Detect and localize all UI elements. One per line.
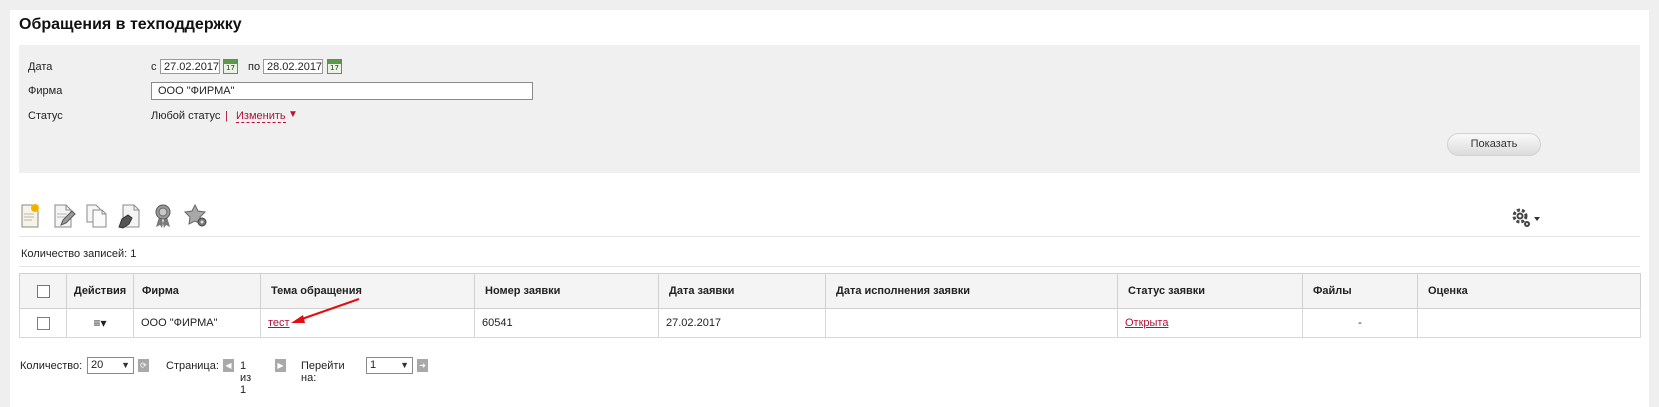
status-value: Любой статус [151, 110, 221, 122]
row-checkbox[interactable] [36, 316, 50, 330]
award-icon[interactable] [151, 203, 175, 229]
row-select-cell [19, 308, 67, 338]
filter-panel: Дата с 27.02.2017 17 по 28.02.2017 17 Фи… [19, 45, 1640, 173]
column-header-status[interactable]: Статус заявки [1117, 273, 1303, 309]
annotation-arrow-icon [291, 298, 360, 323]
calendar-from-icon[interactable]: 17 [223, 59, 238, 74]
edit-document-icon[interactable] [52, 203, 76, 229]
calendar-to-icon[interactable]: 17 [327, 59, 342, 74]
quantity-label: Количество: [20, 360, 83, 372]
row-status-cell: Открыта [1117, 308, 1303, 338]
page-label: Страница: [166, 360, 219, 372]
prev-page-icon[interactable]: ◀ [223, 359, 234, 372]
row-date: 27.02.2017 [658, 308, 826, 338]
goto-label: Перейти на: [301, 360, 345, 384]
column-header-exec-date[interactable]: Дата исполнения заявки [825, 273, 1118, 309]
status-separator: | [225, 110, 228, 122]
goto-page-select[interactable]: 1 [366, 357, 413, 374]
row-actions-menu-icon[interactable]: ≡▾ [66, 308, 134, 338]
status-label: Статус [28, 110, 63, 122]
new-document-icon[interactable] [19, 203, 43, 229]
table-header-row: Действия Фирма Тема обращения Номер заяв… [19, 273, 1641, 309]
column-header-number[interactable]: Номер заявки [474, 273, 659, 309]
next-page-icon[interactable]: ▶ [275, 359, 286, 372]
requests-table: Действия Фирма Тема обращения Номер заяв… [19, 273, 1641, 338]
select-all-checkbox[interactable] [36, 284, 50, 298]
firm-label: Фирма [28, 85, 63, 97]
column-header-firm[interactable]: Фирма [133, 273, 261, 309]
dropdown-arrow-icon[interactable]: ▼ [288, 109, 298, 120]
goto-arrow-icon[interactable]: ➜ [417, 359, 428, 372]
show-button[interactable]: Показать [1447, 133, 1541, 156]
divider [19, 236, 1640, 237]
date-from-prefix: с [151, 61, 157, 73]
select-all-header [19, 273, 67, 309]
date-to-prefix: по [248, 61, 261, 73]
row-firm: ООО "ФИРМА" [133, 308, 261, 338]
column-header-files[interactable]: Файлы [1302, 273, 1418, 309]
row-subject-link[interactable]: тест [268, 317, 290, 329]
column-header-date[interactable]: Дата заявки [658, 273, 826, 309]
row-exec-date [825, 308, 1118, 338]
table-row: ≡▾ ООО "ФИРМА" тест 60541 27.02.2017 Отк… [19, 298, 1641, 338]
quantity-select[interactable]: 20 [87, 357, 134, 374]
main-panel: Обращения в техподдержку Дата с 27.02.20… [10, 10, 1649, 407]
date-label: Дата [28, 61, 53, 73]
divider [19, 266, 1640, 267]
row-number: 60541 [474, 308, 659, 338]
row-status-link[interactable]: Открыта [1125, 317, 1168, 329]
page-title: Обращения в техподдержку [19, 16, 242, 33]
star-settings-icon[interactable] [184, 203, 208, 229]
page-info: 1 из 1 [240, 360, 252, 396]
row-files: - [1302, 308, 1418, 338]
change-status-link[interactable]: Изменить [236, 110, 286, 123]
row-rating [1417, 308, 1641, 338]
column-header-actions[interactable]: Действия [66, 273, 134, 309]
column-header-rating[interactable]: Оценка [1417, 273, 1641, 309]
sign-document-icon[interactable] [118, 203, 142, 229]
row-subject-cell: тест [260, 298, 475, 338]
refresh-icon[interactable]: ⟳ [138, 359, 149, 372]
date-to-input[interactable]: 28.02.2017 [263, 59, 323, 74]
copy-document-icon[interactable] [85, 203, 109, 229]
firm-input[interactable]: ООО "ФИРМА" [151, 82, 533, 100]
gear-icon[interactable] [1509, 206, 1541, 230]
records-count: Количество записей: 1 [21, 248, 137, 260]
date-from-input[interactable]: 27.02.2017 [160, 59, 220, 74]
